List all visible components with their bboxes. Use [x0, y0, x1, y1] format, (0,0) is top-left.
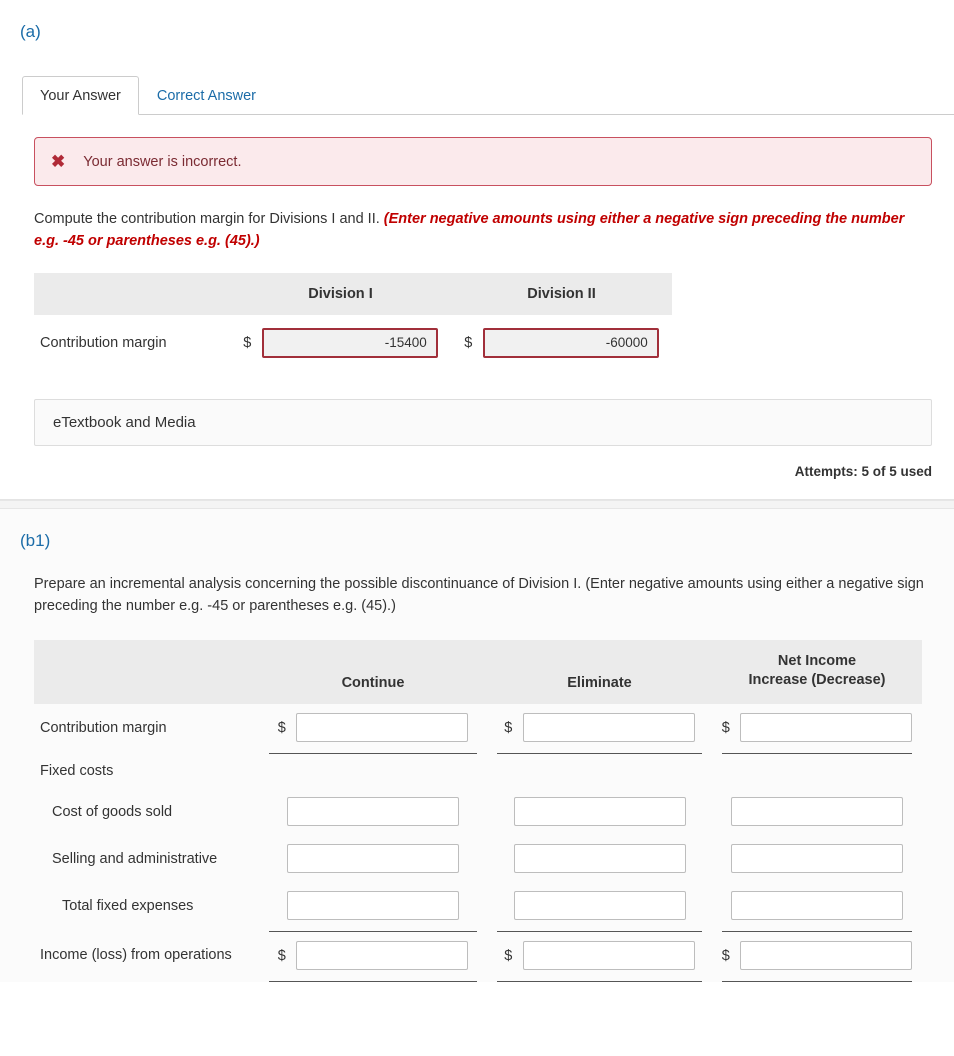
input-total-fixed-expenses-net-income[interactable]: [731, 891, 903, 920]
section-divider: [0, 499, 954, 509]
table-row: Contribution margin $ $: [34, 315, 672, 371]
currency-symbol: $: [243, 335, 252, 352]
underline-blank: [34, 979, 259, 982]
underline-net-income: [712, 979, 922, 982]
input-total-fixed-expenses-continue[interactable]: [287, 891, 459, 920]
header-net-income-line2: Increase (Decrease): [748, 672, 886, 689]
tab-correct-answer[interactable]: Correct Answer: [139, 76, 274, 115]
header-division-1: Division I: [230, 272, 451, 315]
cell-cogs-net-income: [712, 788, 922, 835]
underline-continue: [259, 979, 487, 982]
cell-selling-admin-net-income: [712, 835, 922, 882]
input-contribution-margin-continue[interactable]: [296, 713, 469, 742]
row-label-total-fixed-expenses: Total fixed expenses: [62, 897, 194, 914]
cell-income-loss-net-income: $: [712, 932, 922, 979]
attempts-status: Attempts: 5 of 5 used: [794, 463, 932, 479]
x-mark-icon: ✖: [51, 152, 66, 171]
question-a-text: Compute the contribution margin for Divi…: [34, 211, 380, 227]
tab-your-answer[interactable]: Your Answer: [22, 76, 139, 115]
cell-total-fixed-net-income: [712, 882, 922, 929]
input-contribution-margin-net-income[interactable]: [740, 713, 913, 742]
input-income-loss-continue[interactable]: [296, 941, 469, 970]
currency-symbol: $: [721, 720, 730, 736]
header-division-2: Division II: [451, 272, 672, 315]
cell-division-1: $: [230, 315, 451, 371]
cell-income-loss-continue: $: [259, 932, 487, 979]
row-label-selling-and-administrative: Selling and administrative: [52, 850, 218, 867]
alert-message: Your answer is incorrect.: [83, 153, 242, 170]
table-row: Cost of goods sold: [34, 788, 922, 835]
table-header-row: Continue Eliminate Net Income Increase (…: [34, 639, 922, 704]
input-selling-and-administrative-eliminate[interactable]: [513, 844, 686, 873]
section-b1: (b1) Prepare an incremental analysis con…: [0, 508, 954, 982]
cell-total-fixed-eliminate: [487, 882, 712, 929]
answer-tabs: Your Answer Correct Answer: [22, 60, 954, 115]
cell-cogs-eliminate: [487, 788, 712, 835]
cell-total-fixed-continue: [259, 882, 487, 929]
cell-contribution-margin-eliminate: $: [487, 704, 712, 751]
etextbook-and-media-button[interactable]: eTextbook and Media: [34, 398, 932, 446]
row-label-contribution-margin: Contribution margin: [40, 719, 167, 736]
input-total-fixed-expenses-eliminate[interactable]: [513, 891, 686, 920]
cell-contribution-margin-continue: $: [259, 704, 487, 751]
cell-cogs-continue: [259, 788, 487, 835]
cell-contribution-margin-net-income: $: [712, 704, 922, 751]
table-row: Contribution margin $ $ $: [34, 704, 922, 751]
header-blank: [34, 272, 230, 315]
incorrect-answer-alert: ✖ Your answer is incorrect.: [34, 137, 932, 186]
currency-symbol: $: [504, 720, 513, 736]
section-a: (a) Your Answer Correct Answer ✖ Your an…: [0, 0, 954, 500]
incremental-analysis-table: Continue Eliminate Net Income Increase (…: [34, 639, 922, 982]
cell-empty: [712, 754, 922, 788]
cell-selling-admin-eliminate: [487, 835, 712, 882]
header-blank: [34, 639, 259, 704]
row-label-contribution-margin: Contribution margin: [40, 334, 167, 351]
question-b1-prompt: Prepare an incremental analysis concerni…: [34, 569, 932, 618]
currency-symbol: $: [277, 948, 286, 964]
table-header-row: Division I Division II: [34, 272, 672, 315]
row-underline: [34, 979, 922, 982]
row-label-cost-of-goods-sold: Cost of goods sold: [52, 803, 173, 820]
question-a-prompt: Compute the contribution margin for Divi…: [34, 208, 932, 253]
currency-symbol: $: [464, 335, 473, 352]
row-label-income-loss-from-operations: Income (loss) from operations: [40, 946, 232, 963]
underline-eliminate: [487, 979, 712, 982]
input-contribution-margin-eliminate[interactable]: [522, 713, 695, 742]
cell-income-loss-eliminate: $: [487, 932, 712, 979]
input-selling-and-administrative-continue[interactable]: [287, 844, 459, 873]
currency-symbol: $: [721, 948, 730, 964]
table-row: Income (loss) from operations $ $ $: [34, 932, 922, 979]
input-contribution-margin-division-1[interactable]: [261, 327, 438, 358]
table-row: Fixed costs: [34, 754, 922, 788]
cell-empty: [259, 754, 487, 788]
row-label-fixed-costs: Fixed costs: [40, 763, 114, 779]
table-row: Selling and administrative: [34, 835, 922, 882]
division-contribution-margin-table: Division I Division II Contribution marg…: [34, 272, 672, 371]
cell-empty: [487, 754, 712, 788]
table-row: Total fixed expenses: [34, 882, 922, 929]
input-income-loss-eliminate[interactable]: [522, 941, 695, 970]
currency-symbol: $: [277, 720, 286, 736]
cell-division-2: $: [451, 315, 672, 371]
header-continue: Continue: [259, 639, 487, 704]
input-cost-of-goods-sold-net-income[interactable]: [731, 797, 903, 826]
input-contribution-margin-division-2[interactable]: [482, 327, 659, 358]
input-cost-of-goods-sold-eliminate[interactable]: [513, 797, 686, 826]
header-net-income-increase-decrease: Net Income Increase (Decrease): [712, 639, 922, 704]
header-eliminate: Eliminate: [487, 639, 712, 704]
section-b1-label: (b1): [20, 530, 51, 550]
section-a-label: (a): [20, 22, 41, 41]
header-net-income-line1: Net Income: [777, 652, 857, 669]
input-cost-of-goods-sold-continue[interactable]: [287, 797, 459, 826]
input-income-loss-net-income[interactable]: [740, 941, 913, 970]
currency-symbol: $: [504, 948, 513, 964]
input-selling-and-administrative-net-income[interactable]: [731, 844, 903, 873]
cell-selling-admin-continue: [259, 835, 487, 882]
question-b1-text: Prepare an incremental analysis concerni…: [34, 575, 582, 592]
